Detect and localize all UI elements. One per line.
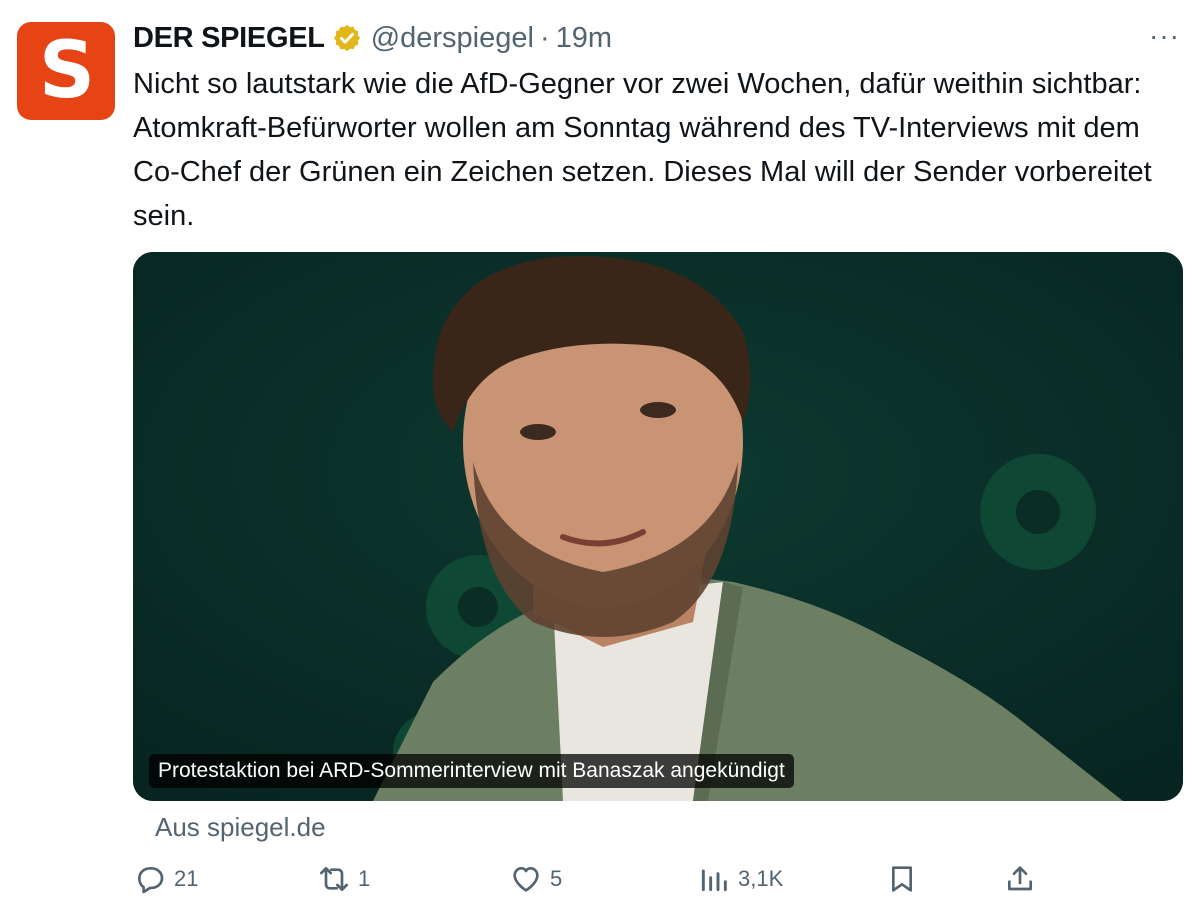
author-handle[interactable]: @derspiegel [371,22,534,55]
card-source[interactable]: Aus spiegel.de [155,812,326,843]
author-name[interactable]: DER SPIEGEL [133,22,325,55]
bookmark-button[interactable] [886,856,926,902]
bookmark-icon [892,866,912,892]
tweet-text: Nicht so lautstark wie die AfD-Gegner vo… [133,68,1152,232]
views-button[interactable]: 3,1K [698,856,783,902]
retweet-count: 1 [358,866,371,891]
action-bar: 21 1 5 3,1K [0,856,1200,902]
view-count: 3,1K [738,866,784,891]
like-count: 5 [550,866,563,891]
retweet-button[interactable]: 1 [318,856,370,902]
views-icon [701,869,727,892]
tweet-header: DER SPIEGEL @derspiegel · 19m [133,18,612,58]
more-options-icon[interactable]: ··· [1149,22,1180,50]
share-icon [1008,866,1032,891]
tweet-timestamp[interactable]: 19m [556,22,612,55]
reply-button[interactable]: 21 [134,856,198,902]
verified-badge-icon[interactable] [332,23,362,53]
like-button[interactable]: 5 [510,856,562,902]
retweet-icon [320,867,348,891]
reply-count: 21 [174,866,199,891]
link-card-image[interactable]: Protestaktion bei ARD-Sommerinterview mi… [133,252,1183,801]
share-button[interactable] [1004,856,1044,902]
reply-icon [138,867,164,894]
header-separator: · [539,21,550,54]
spiegel-logo: S [38,26,95,116]
card-caption: Protestaktion bei ARD-Sommerinterview mi… [149,754,794,788]
author-avatar[interactable]: S [17,22,115,120]
portrait-photo [133,252,1183,801]
heart-icon [513,867,539,892]
